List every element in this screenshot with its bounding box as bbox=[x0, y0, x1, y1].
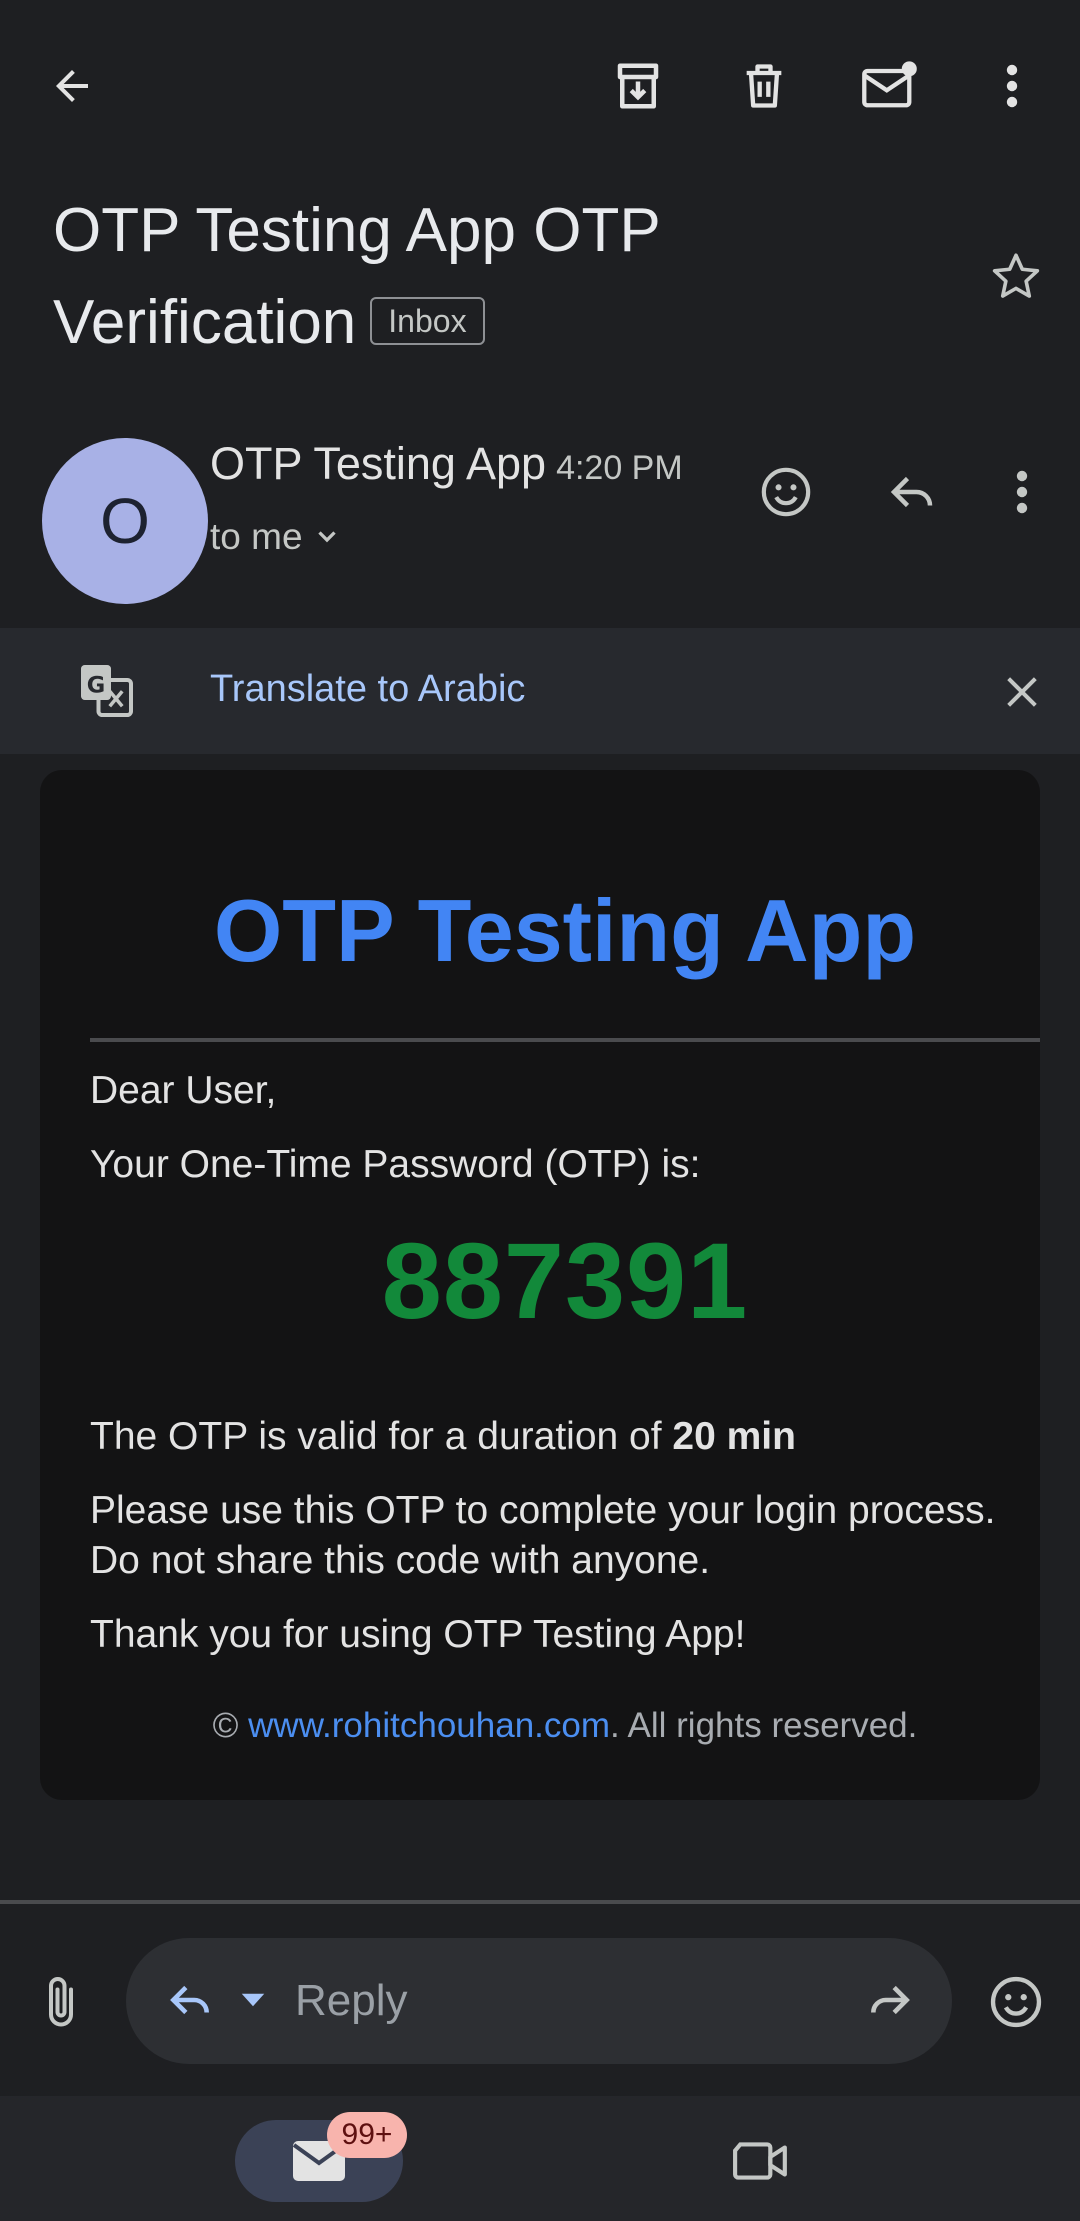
translate-icon: G bbox=[70, 654, 142, 726]
close-translate-button[interactable] bbox=[982, 652, 1062, 732]
paperclip-icon bbox=[49, 1977, 73, 2027]
mark-unread-button[interactable] bbox=[846, 42, 934, 130]
validity-prefix: The OTP is valid for a duration of bbox=[90, 1415, 673, 1458]
add-reaction-button[interactable] bbox=[746, 452, 826, 532]
video-camera-icon bbox=[733, 2142, 787, 2180]
attach-button[interactable] bbox=[26, 1962, 96, 2042]
copyright-symbol: © bbox=[212, 1706, 249, 1745]
reply-type-dropdown[interactable] bbox=[230, 1980, 276, 2020]
instructions-text: Please use this OTP to complete your log… bbox=[90, 1489, 996, 1582]
star-outline-icon bbox=[992, 253, 1040, 298]
reply-icon bbox=[170, 1985, 209, 2015]
email-heading: OTP Testing App bbox=[213, 881, 917, 980]
trash-icon bbox=[746, 64, 782, 108]
unread-count-badge: 99+ bbox=[327, 2112, 407, 2158]
back-button[interactable] bbox=[30, 44, 114, 128]
svg-text:G: G bbox=[87, 673, 105, 699]
otp-intro-text: Your One-Time Password (OTP) is: bbox=[90, 1143, 701, 1186]
top-toolbar bbox=[0, 0, 1080, 165]
bottom-navigation bbox=[0, 2096, 1080, 2221]
chevron-down-icon bbox=[317, 531, 336, 543]
thanks-text: Thank you for using OTP Testing App! bbox=[90, 1613, 746, 1656]
heading-divider bbox=[90, 1038, 1040, 1042]
sent-time: 4:20 PM bbox=[556, 449, 683, 487]
reply-type-icon[interactable] bbox=[158, 1968, 222, 2032]
archive-icon bbox=[617, 63, 659, 109]
sender-line: OTP Testing App 4:20 PM bbox=[210, 438, 683, 490]
otp-code: 887391 bbox=[381, 1220, 749, 1341]
emoji-icon bbox=[761, 467, 811, 517]
recipient-toggle[interactable]: to me bbox=[210, 516, 345, 558]
recipient-label: to me bbox=[210, 516, 303, 557]
validity-text: The OTP is valid for a duration of 20 mi… bbox=[90, 1412, 1040, 1462]
mail-unread-icon bbox=[862, 61, 917, 108]
more-options-button[interactable] bbox=[970, 42, 1054, 130]
sender-avatar[interactable]: O bbox=[42, 438, 208, 604]
more-vert-icon bbox=[1006, 64, 1018, 108]
forward-button[interactable] bbox=[854, 1968, 926, 2032]
copyright-suffix: . All rights reserved. bbox=[610, 1706, 918, 1745]
sender-name: OTP Testing App bbox=[210, 438, 547, 489]
email-subject: OTP Testing App OTP Verification Inbox bbox=[53, 185, 953, 369]
translate-link[interactable]: Translate to Arabic bbox=[210, 668, 525, 711]
reply-button[interactable] bbox=[872, 452, 952, 532]
emoji-button[interactable] bbox=[976, 1962, 1056, 2042]
star-button[interactable] bbox=[976, 236, 1056, 316]
validity-value: 20 min bbox=[672, 1415, 796, 1458]
forward-icon bbox=[871, 1985, 910, 2015]
caret-down-icon bbox=[241, 1993, 265, 2007]
arrow-left-icon bbox=[56, 70, 88, 102]
delete-button[interactable] bbox=[720, 42, 808, 130]
more-vert-icon bbox=[1016, 470, 1028, 514]
avatar-letter: O bbox=[100, 485, 150, 557]
website-link[interactable]: www.rohitchouhan.com bbox=[248, 1706, 610, 1745]
close-icon bbox=[1007, 677, 1037, 707]
message-more-button[interactable] bbox=[982, 452, 1062, 532]
greeting-text: Dear User, bbox=[90, 1069, 277, 1112]
copyright-footer: © www.rohitchouhan.com. All rights reser… bbox=[40, 1706, 1080, 1746]
reply-icon bbox=[890, 476, 933, 508]
translate-bar bbox=[0, 628, 1080, 754]
inbox-label-badge[interactable]: Inbox bbox=[370, 296, 485, 345]
reply-placeholder[interactable]: Reply bbox=[295, 1976, 408, 2026]
emoji-icon bbox=[990, 1976, 1042, 2028]
archive-button[interactable] bbox=[594, 42, 682, 130]
nav-meet-tab[interactable] bbox=[722, 2128, 800, 2194]
subject-text: OTP Testing App OTP Verification bbox=[53, 196, 660, 357]
